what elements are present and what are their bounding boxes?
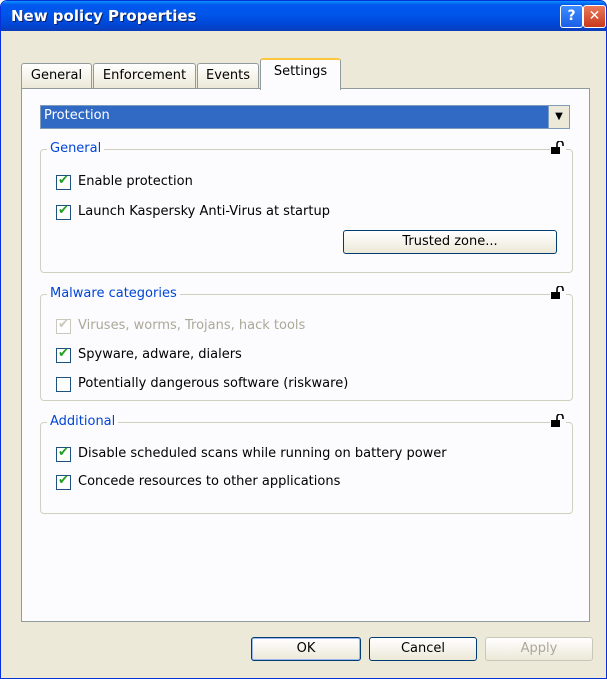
padlock-open-icon[interactable] [550,141,566,155]
cancel-button[interactable]: Cancel [369,637,477,661]
concede-resources-checkbox[interactable]: ✔ [56,473,71,490]
close-button[interactable]: ✕ [583,5,606,28]
component-select[interactable]: Protection ▼ [40,105,570,129]
check-icon: ✔ [58,346,69,361]
riskware-label: Potentially dangerous software (riskware… [78,376,349,391]
tab-enforcement[interactable]: Enforcement [93,63,196,88]
check-icon: ✔ [58,445,69,460]
close-icon: ✕ [588,8,601,24]
spyware-label: Spyware, adware, dialers [78,347,242,362]
properties-dialog: New policy Properties ? ✕ General Enforc… [0,0,607,679]
group-malware-title: Malware categories [47,286,180,301]
concede-resources-label: Concede resources to other applications [78,474,341,489]
check-icon: ✔ [58,317,69,332]
help-button[interactable]: ? [560,5,583,28]
padlock-open-icon[interactable] [550,414,566,428]
enable-protection-checkbox[interactable]: ✔ [56,173,71,190]
launch-at-startup-label: Launch Kaspersky Anti-Virus at startup [78,204,330,219]
group-malware-categories: Malware categories ✔ Viruses, worms, Tro… [40,286,573,401]
enable-protection-label: Enable protection [78,174,193,189]
battery-checkbox[interactable]: ✔ [56,445,71,462]
group-general: General ✔ Enable protection ✔ Launch Kas… [40,141,573,273]
trusted-zone-button[interactable]: Trusted zone... [343,230,557,254]
tab-general[interactable]: General [21,63,92,88]
ok-button[interactable]: OK [251,637,361,661]
group-general-title: General [47,141,105,156]
spyware-checkbox[interactable]: ✔ [56,346,71,363]
component-select-value: Protection [44,108,110,123]
title-bar[interactable]: New policy Properties ? ✕ [1,1,606,31]
group-additional: Additional ✔ Disable scheduled scans whi… [40,414,573,514]
tab-settings[interactable]: Settings [260,58,341,90]
battery-label: Disable scheduled scans while running on… [78,446,447,461]
check-icon: ✔ [58,173,69,188]
chevron-down-icon[interactable]: ▼ [548,106,569,128]
tab-events[interactable]: Events [197,63,259,88]
settings-panel: Protection ▼ General ✔ Enable protection… [21,88,590,622]
apply-button: Apply [485,637,593,661]
padlock-open-icon[interactable] [550,286,566,300]
riskware-checkbox[interactable] [56,377,71,392]
window-title: New policy Properties [11,7,197,25]
check-icon: ✔ [58,473,69,488]
viruses-checkbox: ✔ [56,317,71,334]
help-icon: ? [567,8,576,24]
viruses-label: Viruses, worms, Trojans, hack tools [78,318,306,333]
check-icon: ✔ [58,203,69,218]
launch-at-startup-checkbox[interactable]: ✔ [56,203,71,220]
group-additional-title: Additional [47,414,119,429]
